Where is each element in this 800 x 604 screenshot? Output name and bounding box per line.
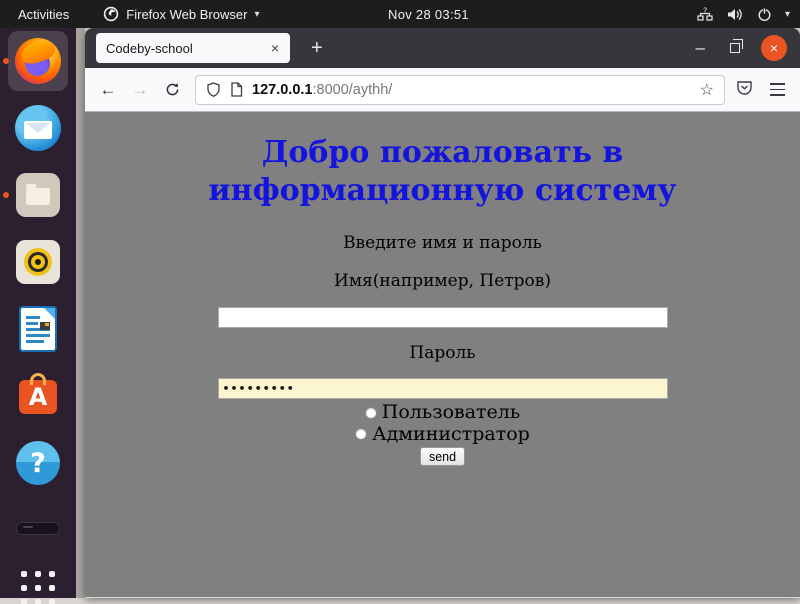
dock-item-help[interactable]: ? xyxy=(14,439,62,487)
network-unknown-icon[interactable]: ? xyxy=(697,7,714,22)
dock: A ? xyxy=(0,28,76,598)
dock-item-ubuntu-software[interactable]: A xyxy=(14,372,62,420)
desktop: Activities Firefox Web Browser ▾ Nov 28 … xyxy=(0,0,800,604)
shield-icon[interactable] xyxy=(206,82,221,98)
new-tab-button[interactable]: + xyxy=(305,37,329,60)
menu-hamburger-icon[interactable] xyxy=(762,75,792,105)
navigation-toolbar: ← → 127.0.0.1:8000/aythh/ ☆ xyxy=(85,68,800,112)
form-subtitle: Введите имя и пароль xyxy=(85,233,800,253)
restore-button[interactable] xyxy=(730,43,740,53)
top-panel: Activities Firefox Web Browser ▾ Nov 28 … xyxy=(0,0,800,28)
forward-button[interactable]: → xyxy=(125,75,155,105)
dock-item-libreoffice-writer[interactable] xyxy=(14,305,62,353)
tab-codeby-school[interactable]: Codeby-school × xyxy=(96,33,290,63)
ubuntu-software-icon: A xyxy=(19,380,57,414)
url-path: :8000/aythh/ xyxy=(312,82,392,98)
password-input[interactable] xyxy=(218,378,668,399)
page-title-line1: Добро пожаловать в xyxy=(85,134,800,172)
svg-text:?: ? xyxy=(703,7,707,16)
radio-user-label: Пользователь xyxy=(382,403,520,423)
toolbar-right xyxy=(735,75,792,105)
running-indicator-dot xyxy=(3,58,9,64)
show-applications-button[interactable] xyxy=(14,564,62,604)
dock-item-minimized-window[interactable] xyxy=(14,506,62,554)
reload-icon xyxy=(165,82,180,97)
tab-title: Codeby-school xyxy=(106,41,266,56)
close-button[interactable]: × xyxy=(761,35,787,61)
desktop-wallpaper-strip xyxy=(76,598,800,604)
files-icon xyxy=(16,173,60,217)
firefox-icon xyxy=(15,38,61,84)
dock-item-files[interactable] xyxy=(14,171,62,219)
page-info-icon[interactable] xyxy=(230,82,243,97)
radio-admin[interactable] xyxy=(355,428,367,440)
minimized-window-icon xyxy=(16,522,60,535)
app-menu[interactable]: Firefox Web Browser ▾ xyxy=(103,6,259,22)
role-option-user[interactable]: Пользователь xyxy=(85,403,800,423)
tab-bar: Codeby-school × + – × xyxy=(85,28,800,68)
app-menu-label: Firefox Web Browser xyxy=(126,7,247,22)
power-icon[interactable] xyxy=(757,7,772,22)
name-input[interactable] xyxy=(218,307,668,328)
desktop-wallpaper-strip xyxy=(76,28,85,598)
url-bar[interactable]: 127.0.0.1:8000/aythh/ ☆ xyxy=(195,75,725,105)
running-indicator-dot xyxy=(3,192,9,198)
web-page: Добро пожаловать в информационную систем… xyxy=(85,112,800,597)
reload-button[interactable] xyxy=(157,75,187,105)
back-button[interactable]: ← xyxy=(93,75,123,105)
rhythmbox-icon xyxy=(16,240,60,284)
url-text[interactable]: 127.0.0.1:8000/aythh/ xyxy=(252,82,691,98)
tab-close-icon[interactable]: × xyxy=(266,39,284,57)
libreoffice-writer-icon xyxy=(21,308,55,350)
clock[interactable]: Nov 28 03:51 xyxy=(388,7,469,22)
window-controls: – × xyxy=(696,28,787,68)
name-label: Имя(например, Петров) xyxy=(85,271,800,291)
dock-item-firefox[interactable] xyxy=(14,37,62,85)
system-menu-chevron-icon[interactable]: ▾ xyxy=(785,9,790,20)
password-label: Пароль xyxy=(85,343,800,363)
dock-item-thunderbird[interactable] xyxy=(14,104,62,152)
pocket-icon[interactable] xyxy=(735,78,754,102)
page-title-line2: информационную систему xyxy=(85,172,800,210)
dock-item-rhythmbox[interactable] xyxy=(14,238,62,286)
show-applications-grid-icon xyxy=(21,571,55,604)
bookmark-star-icon[interactable]: ☆ xyxy=(700,80,714,100)
role-option-admin[interactable]: Администратор xyxy=(85,425,800,445)
radio-user[interactable] xyxy=(365,407,377,419)
firefox-panel-icon xyxy=(103,6,119,22)
radio-admin-label: Администратор xyxy=(372,425,530,445)
help-icon: ? xyxy=(16,441,60,485)
firefox-window: Codeby-school × + – × ← → xyxy=(85,28,800,598)
activities-button[interactable]: Activities xyxy=(0,0,87,28)
app-menu-caret-icon: ▾ xyxy=(254,9,259,20)
thunderbird-icon xyxy=(15,105,61,151)
volume-icon[interactable] xyxy=(727,7,744,22)
url-host: 127.0.0.1 xyxy=(252,82,312,98)
minimize-button[interactable]: – xyxy=(696,43,705,53)
send-button[interactable]: send xyxy=(420,447,465,466)
page-title: Добро пожаловать в информационную систем… xyxy=(85,134,800,210)
